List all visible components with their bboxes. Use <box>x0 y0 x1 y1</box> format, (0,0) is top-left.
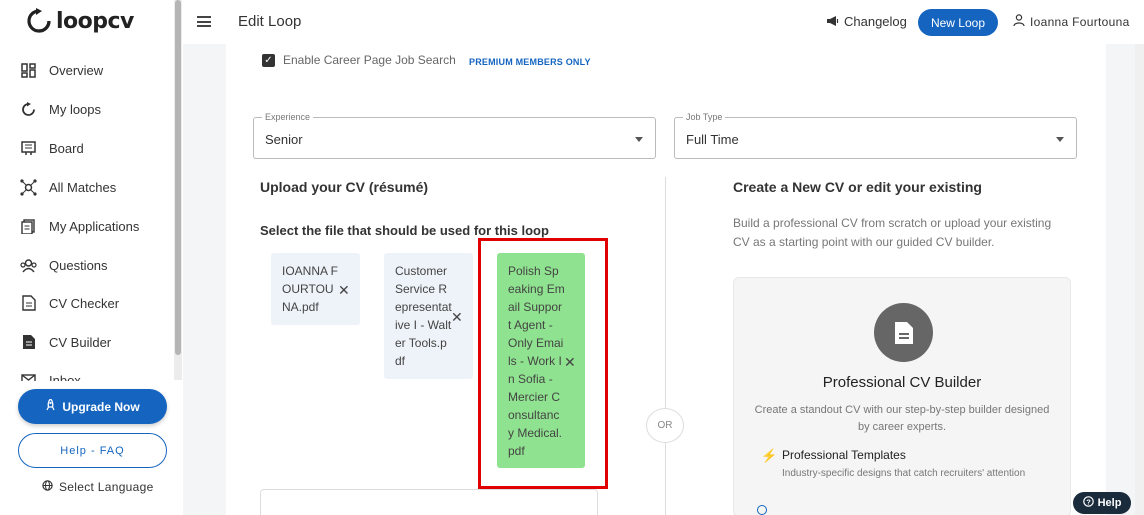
megaphone-icon <box>827 14 839 29</box>
hamburger-menu-icon[interactable] <box>197 16 211 27</box>
sidebar-item-label: All Matches <box>49 179 117 195</box>
select-language[interactable]: Select Language <box>42 480 154 494</box>
selected-file-highlight <box>478 238 608 489</box>
sidebar-scrollbar-thumb[interactable] <box>175 0 181 355</box>
select-language-label: Select Language <box>59 480 154 494</box>
top-bar: Edit Loop Changelog New Loop Ioanna Four… <box>183 0 1144 44</box>
chevron-down-icon <box>635 137 643 142</box>
sidebar-item-board[interactable]: Board <box>20 138 84 158</box>
experience-select[interactable]: Experience Senior <box>253 112 656 159</box>
sidebar-item-questions[interactable]: Questions <box>20 255 108 275</box>
premium-badge: PREMIUM MEMBERS ONLY <box>469 57 591 67</box>
close-icon[interactable]: ✕ <box>451 309 463 326</box>
job-type-legend: Job Type <box>683 112 726 122</box>
sidebar-item-overview[interactable]: Overview <box>20 60 103 80</box>
upload-cv-heading: Upload your CV (résumé) <box>260 179 429 195</box>
job-type-select[interactable]: Job Type Full Time <box>674 112 1077 159</box>
lightning-icon: ⚡ <box>761 448 778 463</box>
page-scrollbar[interactable] <box>1135 44 1144 515</box>
sidebar-item-label: My loops <box>49 101 102 117</box>
changelog-label: Changelog <box>844 14 907 29</box>
loop-icon <box>20 101 37 118</box>
board-icon <box>20 140 37 157</box>
create-cv-description: Build a professional CV from scratch or … <box>733 216 1052 249</box>
cv-checker-icon <box>20 295 37 312</box>
job-type-value: Full Time <box>686 132 739 147</box>
vertical-divider <box>665 177 666 515</box>
document-icon <box>874 303 933 362</box>
user-menu[interactable]: Ioanna Fourtouna <box>1013 14 1130 29</box>
cv-file-name: Customer Service Representative I - Walt… <box>395 264 452 368</box>
feature-description: Industry-specific designs that catch rec… <box>782 468 1026 479</box>
user-name: Ioanna Fourtouna <box>1030 14 1130 29</box>
sidebar-item-label: Board <box>49 140 84 156</box>
matches-icon <box>20 178 37 196</box>
help-faq-button[interactable]: Help - FAQ <box>18 433 167 468</box>
create-cv-heading: Create a New CV or edit your existing <box>733 179 982 195</box>
applications-icon <box>20 218 37 235</box>
experience-value: Senior <box>265 132 303 147</box>
rocket-icon <box>45 398 56 414</box>
sidebar-item-my-loops[interactable]: My loops <box>20 99 101 119</box>
dashboard-icon <box>20 62 37 79</box>
cv-file-name: IOANNA FOURTOUNA.pdf <box>282 264 339 314</box>
questions-icon <box>20 257 37 274</box>
or-separator: OR <box>646 408 684 443</box>
upload-dropzone[interactable] <box>260 489 598 515</box>
logo-text: loopcv <box>56 8 134 34</box>
page-title: Edit Loop <box>238 13 302 30</box>
cv-builder-icon <box>20 334 37 351</box>
loop-logo-icon <box>27 8 51 33</box>
globe-icon <box>42 480 53 494</box>
cv-builder-description: Create a standout CV with our step-by-st… <box>754 404 1050 433</box>
svg-text:?: ? <box>1086 497 1091 506</box>
career-page-checkbox[interactable]: ✓ <box>262 54 275 67</box>
changelog-link[interactable]: Changelog <box>827 14 907 29</box>
sidebar-item-label: Overview <box>49 62 104 78</box>
sidebar-item-label: Questions <box>49 257 108 273</box>
help-fab-label: Help <box>1097 497 1122 509</box>
select-file-heading: Select the file that should be used for … <box>260 223 549 238</box>
cv-file-card[interactable]: IOANNA FOURTOUNA.pdf ✕ <box>271 253 360 325</box>
upgrade-button[interactable]: Upgrade Now <box>18 389 167 424</box>
user-icon <box>1013 14 1025 29</box>
check-circle-icon <box>757 505 767 515</box>
logo[interactable]: loopcv <box>26 8 134 34</box>
sidebar-item-cv-builder[interactable]: CV Builder <box>20 332 111 352</box>
help-chat-button[interactable]: ? Help <box>1073 492 1131 514</box>
cv-builder-title: Professional CV Builder <box>822 374 982 391</box>
upgrade-label: Upgrade Now <box>62 399 140 414</box>
close-icon[interactable]: ✕ <box>338 282 350 299</box>
cv-builder-card[interactable]: Professional CV Builder Create a standou… <box>733 277 1071 515</box>
career-page-label: Enable Career Page Job Search <box>283 53 456 67</box>
sidebar-item-label: My Applications <box>49 218 140 234</box>
sidebar: loopcv Overview My loops Board All Match… <box>0 0 183 515</box>
question-icon: ? <box>1082 496 1094 510</box>
new-loop-button[interactable]: New Loop <box>918 9 998 36</box>
feature-title: Professional Templates <box>782 448 906 462</box>
experience-legend: Experience <box>262 112 314 122</box>
cv-file-card[interactable]: Customer Service Representative I - Walt… <box>384 253 473 379</box>
sidebar-item-all-matches[interactable]: All Matches <box>20 177 116 197</box>
sidebar-item-my-applications[interactable]: My Applications <box>20 216 139 236</box>
sidebar-item-label: CV Checker <box>49 295 120 311</box>
sidebar-item-label: CV Builder <box>49 334 112 350</box>
chevron-down-icon <box>1056 137 1064 142</box>
sidebar-item-cv-checker[interactable]: CV Checker <box>20 293 119 313</box>
